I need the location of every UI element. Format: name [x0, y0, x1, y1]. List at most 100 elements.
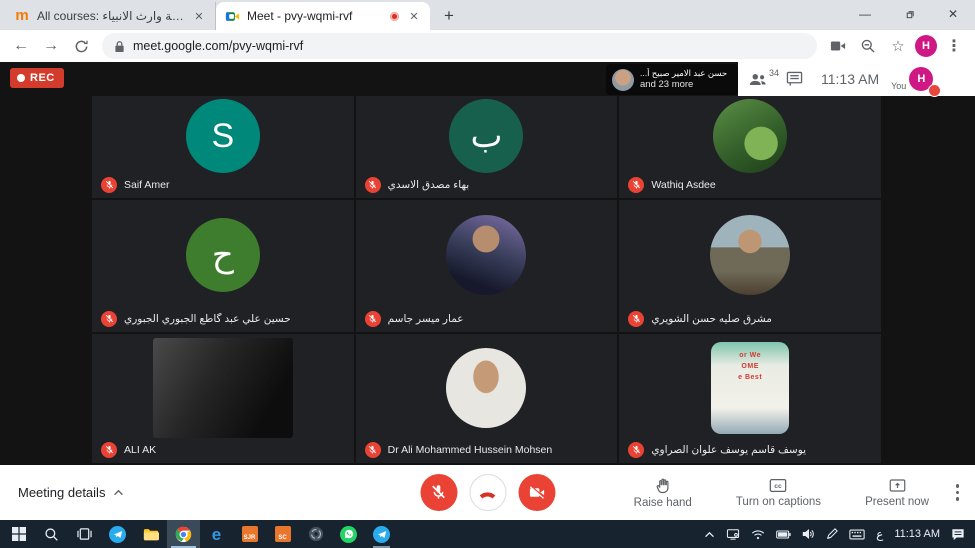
- participant-name: حسين علي عبد گاطع الجبوري الجبوري: [124, 313, 291, 325]
- presenter-more-count: and 23 more: [640, 79, 727, 91]
- meeting-clock: 11:13 AM: [821, 71, 879, 87]
- participant-name: Dr Ali Mohammed Hussein Mohsen: [388, 444, 553, 456]
- participant-name: ALI AK: [124, 444, 156, 456]
- participant-avatar: [446, 348, 526, 428]
- captions-button[interactable]: cc Turn on captions: [736, 478, 821, 508]
- participant-avatar: or WeOMEe Best: [711, 342, 789, 434]
- mic-muted-icon: [365, 311, 381, 327]
- task-view-icon[interactable]: [68, 520, 101, 548]
- tab-title: All courses: جامعة وارث الانبياء: [37, 9, 184, 23]
- search-icon[interactable]: [35, 520, 68, 548]
- taskbar-clock[interactable]: 11:13 AM: [894, 528, 940, 540]
- screen: m All courses: جامعة وارث الانبياء ✕ Mee…: [0, 0, 975, 548]
- participant-grid: S Saif Amer ب بهاء مصدق الاسدي: [92, 96, 881, 463]
- participant-avatar: ب: [449, 99, 523, 173]
- chat-button[interactable]: [786, 71, 803, 87]
- language-indicator[interactable]: ع: [876, 527, 883, 541]
- you-label: You: [891, 81, 906, 91]
- participant-tile[interactable]: S Saif Amer: [92, 96, 354, 198]
- participant-count: 34: [769, 68, 779, 78]
- raise-hand-label: Raise hand: [634, 497, 692, 509]
- tray-volume-icon[interactable]: [802, 528, 815, 540]
- participant-name-row: Saif Amer: [101, 177, 170, 193]
- restore-window-button[interactable]: [887, 0, 931, 28]
- close-tab-icon[interactable]: ✕: [191, 8, 207, 24]
- svg-text:cc: cc: [775, 483, 783, 490]
- telegram2-app-icon[interactable]: [365, 520, 398, 548]
- present-icon: [889, 478, 906, 493]
- mic-toggle-button[interactable]: [420, 474, 457, 511]
- camera-toggle-button[interactable]: [518, 474, 555, 511]
- camera-in-use-icon[interactable]: [825, 33, 851, 59]
- present-now-button[interactable]: Present now: [865, 478, 929, 508]
- back-icon[interactable]: ←: [8, 33, 34, 59]
- telegram-app-icon[interactable]: [101, 520, 134, 548]
- zoom-out-icon[interactable]: [855, 33, 881, 59]
- close-window-button[interactable]: ✕: [931, 0, 975, 28]
- browser-profile-avatar[interactable]: H: [915, 35, 937, 57]
- minimize-window-button[interactable]: —: [843, 0, 887, 28]
- captions-label: Turn on captions: [736, 496, 821, 508]
- tab-moodle[interactable]: m All courses: جامعة وارث الانبياء ✕: [6, 2, 216, 30]
- start-button[interactable]: [2, 520, 35, 548]
- participant-tile[interactable]: or WeOMEe Best يوسف قاسم يوسف علوان الصر…: [619, 334, 881, 463]
- participant-tile[interactable]: ALI AK: [92, 334, 354, 463]
- camera-lens-app-icon[interactable]: [299, 520, 332, 548]
- orange-app1-label: SJR: [242, 526, 258, 542]
- rec-label: REC: [30, 72, 55, 84]
- reload-icon[interactable]: [68, 33, 94, 59]
- chrome-app-icon[interactable]: [167, 520, 200, 548]
- participant-avatar: [713, 99, 787, 173]
- whatsapp-app-icon[interactable]: [332, 520, 365, 548]
- participant-name-row: بهاء مصدق الاسدي: [365, 177, 470, 193]
- mic-muted-icon: [628, 177, 644, 193]
- present-now-label: Present now: [865, 496, 929, 508]
- orange-app1-icon[interactable]: SJR: [233, 520, 266, 548]
- bookmark-star-icon[interactable]: ☆: [885, 33, 911, 59]
- address-bar[interactable]: meet.google.com/pvy-wqmi-rvf: [102, 33, 817, 59]
- tray-display-icon[interactable]: [726, 528, 740, 540]
- hang-up-button[interactable]: [469, 474, 506, 511]
- participant-name-row: مشرق صليه حسن الشويري: [628, 311, 772, 327]
- tray-pen-icon[interactable]: [826, 528, 838, 540]
- participant-name-row: ALI AK: [101, 442, 156, 458]
- tray-chevron-up-icon[interactable]: [704, 531, 715, 538]
- file-explorer-icon[interactable]: [134, 520, 167, 548]
- meeting-details-label: Meeting details: [18, 485, 105, 500]
- tray-wifi-icon[interactable]: [751, 529, 765, 540]
- participant-avatar: ح: [186, 218, 260, 292]
- orange-app2-icon[interactable]: SC: [266, 520, 299, 548]
- recording-badge: REC: [10, 68, 64, 88]
- participant-name-row: Wathiq Asdee: [628, 177, 715, 193]
- mic-muted-icon: [628, 442, 644, 458]
- participant-tile[interactable]: Dr Ali Mohammed Hussein Mohsen: [356, 334, 618, 463]
- participants-button[interactable]: 34: [748, 72, 768, 87]
- more-options-icon[interactable]: [956, 484, 960, 501]
- participant-tile[interactable]: ب بهاء مصدق الاسدي: [356, 96, 618, 198]
- meet-header-bar: 34 11:13 AM You H: [738, 62, 975, 96]
- participant-tile[interactable]: مشرق صليه حسن الشويري: [619, 200, 881, 332]
- participant-tile[interactable]: عمار ميسر جاسم: [356, 200, 618, 332]
- moodle-favicon-icon: m: [14, 8, 30, 24]
- meeting-details-button[interactable]: Meeting details: [18, 485, 124, 500]
- participant-name-row: حسين علي عبد گاطع الجبوري الجبوري: [101, 311, 291, 327]
- tab-meet[interactable]: Meet - pvy-wqmi-rvf ✕: [216, 2, 430, 30]
- browser-menu-icon[interactable]: ⋮: [941, 33, 967, 59]
- participant-tile[interactable]: Wathiq Asdee: [619, 96, 881, 198]
- tray-touch-keyboard-icon[interactable]: [849, 529, 865, 540]
- close-tab-icon[interactable]: ✕: [406, 8, 422, 24]
- browser-toolbar: ← → meet.google.com/pvy-wqmi-rvf ☆ H ⋮: [0, 30, 975, 62]
- new-tab-button[interactable]: +: [436, 3, 462, 29]
- participant-tile[interactable]: ح حسين علي عبد گاطع الجبوري الجبوري: [92, 200, 354, 332]
- presenter-pill[interactable]: حسن عبد الامير صبيح أ... and 23 more: [606, 64, 738, 95]
- tab-title: Meet - pvy-wqmi-rvf: [247, 9, 383, 23]
- browser-tab-strip: m All courses: جامعة وارث الانبياء ✕ Mee…: [0, 0, 975, 30]
- forward-icon[interactable]: →: [38, 33, 64, 59]
- edge-app-icon[interactable]: e: [200, 520, 233, 548]
- participant-name: Wathiq Asdee: [651, 179, 715, 191]
- raise-hand-button[interactable]: Raise hand: [634, 477, 692, 509]
- action-center-icon[interactable]: [951, 528, 965, 541]
- tray-battery-icon[interactable]: [776, 530, 791, 539]
- participant-name: مشرق صليه حسن الشويري: [651, 313, 772, 325]
- meet-main: REC حسن عبد الامير صبيح أ... and 23 more…: [0, 62, 975, 520]
